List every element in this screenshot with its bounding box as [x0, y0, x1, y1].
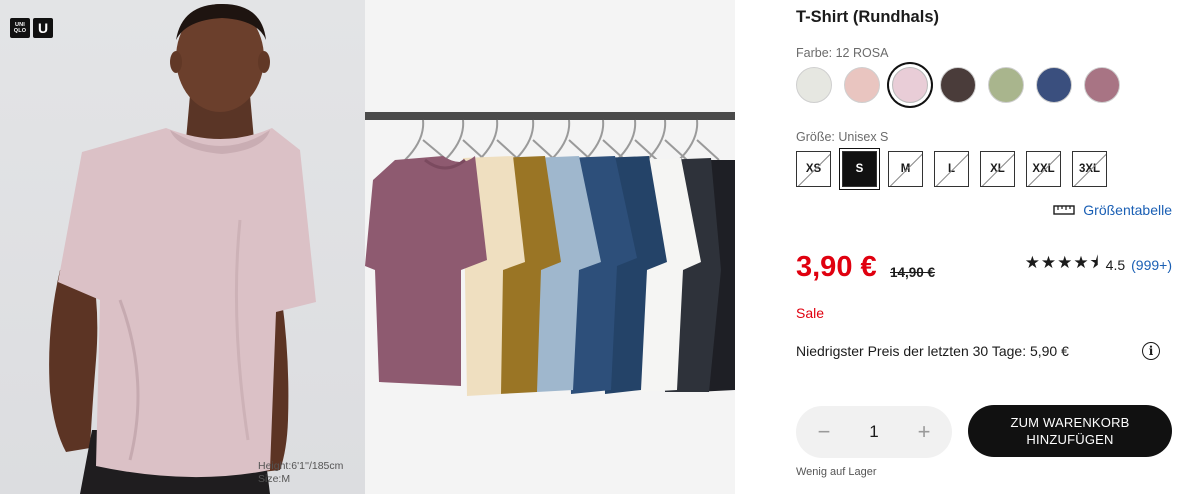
- color-swatch-mauve[interactable]: [1084, 67, 1120, 103]
- color-swatch-dark-brown[interactable]: [940, 67, 976, 103]
- stock-status-text: Wenig auf Lager: [796, 466, 877, 478]
- product-photo-rack[interactable]: [365, 0, 735, 494]
- review-count-link[interactable]: (999+): [1131, 257, 1172, 273]
- model-size-caption: Height:6'1''/185cm Size:M: [258, 460, 343, 486]
- size-chart-link[interactable]: Größentabelle: [1053, 202, 1172, 218]
- rating-stars-icon: ★★★★⯨: [1024, 253, 1100, 272]
- model-illustration: [49, 4, 316, 494]
- product-title: T-Shirt (Rundhals): [796, 8, 939, 26]
- ruler-icon: [1053, 205, 1075, 215]
- lowest-price-note: Niedrigster Preis der letzten 30 Tage: 5…: [796, 343, 1069, 359]
- size-chart-label: Größentabelle: [1083, 202, 1172, 218]
- color-swatch-offwhite[interactable]: [796, 67, 832, 103]
- add-to-cart-button[interactable]: ZUM WARENKORB HINZUFÜGEN: [968, 405, 1172, 457]
- size-label: Größe: Unisex S: [796, 130, 889, 144]
- info-icon[interactable]: i: [1142, 342, 1160, 360]
- add-to-cart-label-line2: HINZUFÜGEN: [1026, 432, 1114, 447]
- size-option-3xl[interactable]: 3XL: [1072, 151, 1107, 187]
- uniqlo-logo[interactable]: UNI QLO U: [10, 18, 53, 38]
- uniqlo-logo-mark: UNI QLO: [10, 18, 30, 38]
- color-swatch-light-pink[interactable]: [844, 67, 880, 103]
- size-option-s[interactable]: S: [842, 151, 877, 187]
- quantity-stepper: − 1 +: [796, 406, 952, 458]
- uniqlo-u-logo-mark: U: [33, 18, 53, 38]
- color-swatch-olive[interactable]: [988, 67, 1024, 103]
- product-photo-model[interactable]: UNI QLO U Height:6'1''/185cm Size:M: [0, 0, 365, 494]
- hanging-shirts-illustration: [365, 112, 735, 396]
- quantity-decrease-button[interactable]: −: [816, 419, 832, 445]
- quantity-increase-button[interactable]: +: [916, 419, 932, 445]
- model-height-text: Height:6'1''/185cm: [258, 460, 344, 472]
- product-info-panel: T-Shirt (Rundhals) Farbe: 12 ROSA Größe:…: [796, 0, 1176, 494]
- add-to-cart-label-line1: ZUM WARENKORB: [1010, 415, 1130, 430]
- color-swatch-navy[interactable]: [1036, 67, 1072, 103]
- model-size-text: Size:M: [258, 473, 291, 485]
- color-swatch-rosa[interactable]: [892, 67, 928, 103]
- sale-price: 3,90 €: [796, 251, 877, 283]
- size-option-list: XS S M L XL XXL 3XL: [796, 151, 1107, 187]
- sale-badge: Sale: [796, 305, 825, 321]
- rating-value: 4.5: [1105, 256, 1126, 273]
- size-option-xl[interactable]: XL: [980, 151, 1015, 187]
- rating-summary: ★★★★⯨ 4.5 (999+): [1025, 250, 1172, 279]
- original-price: 14,90 €: [890, 265, 936, 280]
- color-swatch-list: [796, 67, 1120, 103]
- size-option-xxl[interactable]: XXL: [1026, 151, 1061, 187]
- quantity-value[interactable]: 1: [869, 422, 878, 442]
- color-label: Farbe: 12 ROSA: [796, 46, 889, 60]
- size-option-m[interactable]: M: [888, 151, 923, 187]
- size-option-l[interactable]: L: [934, 151, 969, 187]
- size-option-xs[interactable]: XS: [796, 151, 831, 187]
